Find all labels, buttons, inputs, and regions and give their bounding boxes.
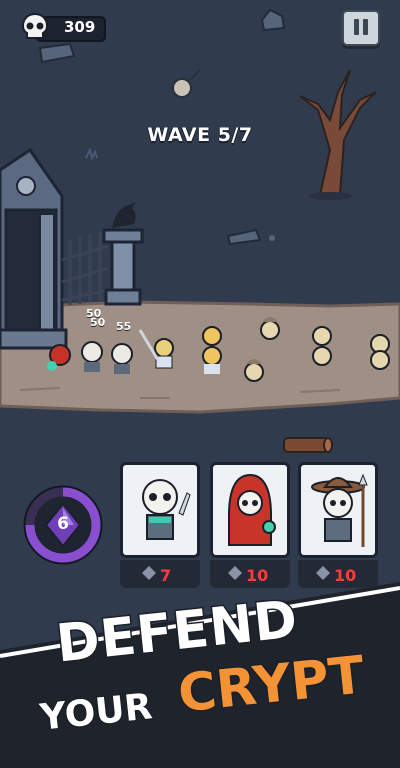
- unit-card-spearman[interactable]: 10: [298, 462, 378, 590]
- score-counter: 309: [20, 12, 106, 42]
- pause-icon-bar: [363, 19, 368, 35]
- card-face: [298, 462, 378, 558]
- unit-hp-label: 55: [116, 320, 132, 333]
- gem-cost-icon: [316, 566, 330, 580]
- score-value: 309: [64, 18, 96, 36]
- card-face: [120, 462, 200, 558]
- red-reaper-icon: [228, 473, 276, 546]
- skull-icon: [21, 12, 49, 39]
- pause-button[interactable]: [342, 10, 380, 46]
- gem-cost-icon: [228, 566, 242, 580]
- wave-counter: WAVE 5/7: [147, 124, 253, 146]
- gem-cost-icon: [142, 566, 156, 580]
- card-cost: 10: [246, 566, 269, 585]
- skeleton-hat-icon: [311, 473, 368, 547]
- unit-card-reaper[interactable]: 10: [210, 462, 290, 590]
- card-face: [210, 462, 290, 558]
- unit-hp-label: 50: [90, 316, 106, 329]
- mana-value: 6: [57, 514, 69, 534]
- unit-card-skeleton[interactable]: 7: [120, 462, 200, 590]
- wooden-log: [283, 437, 333, 453]
- pause-icon: [354, 19, 359, 35]
- mana-counter: 6: [22, 484, 104, 566]
- card-cost: 7: [160, 566, 172, 585]
- card-cost: 10: [334, 566, 357, 585]
- skeleton-sword-icon: [142, 479, 191, 540]
